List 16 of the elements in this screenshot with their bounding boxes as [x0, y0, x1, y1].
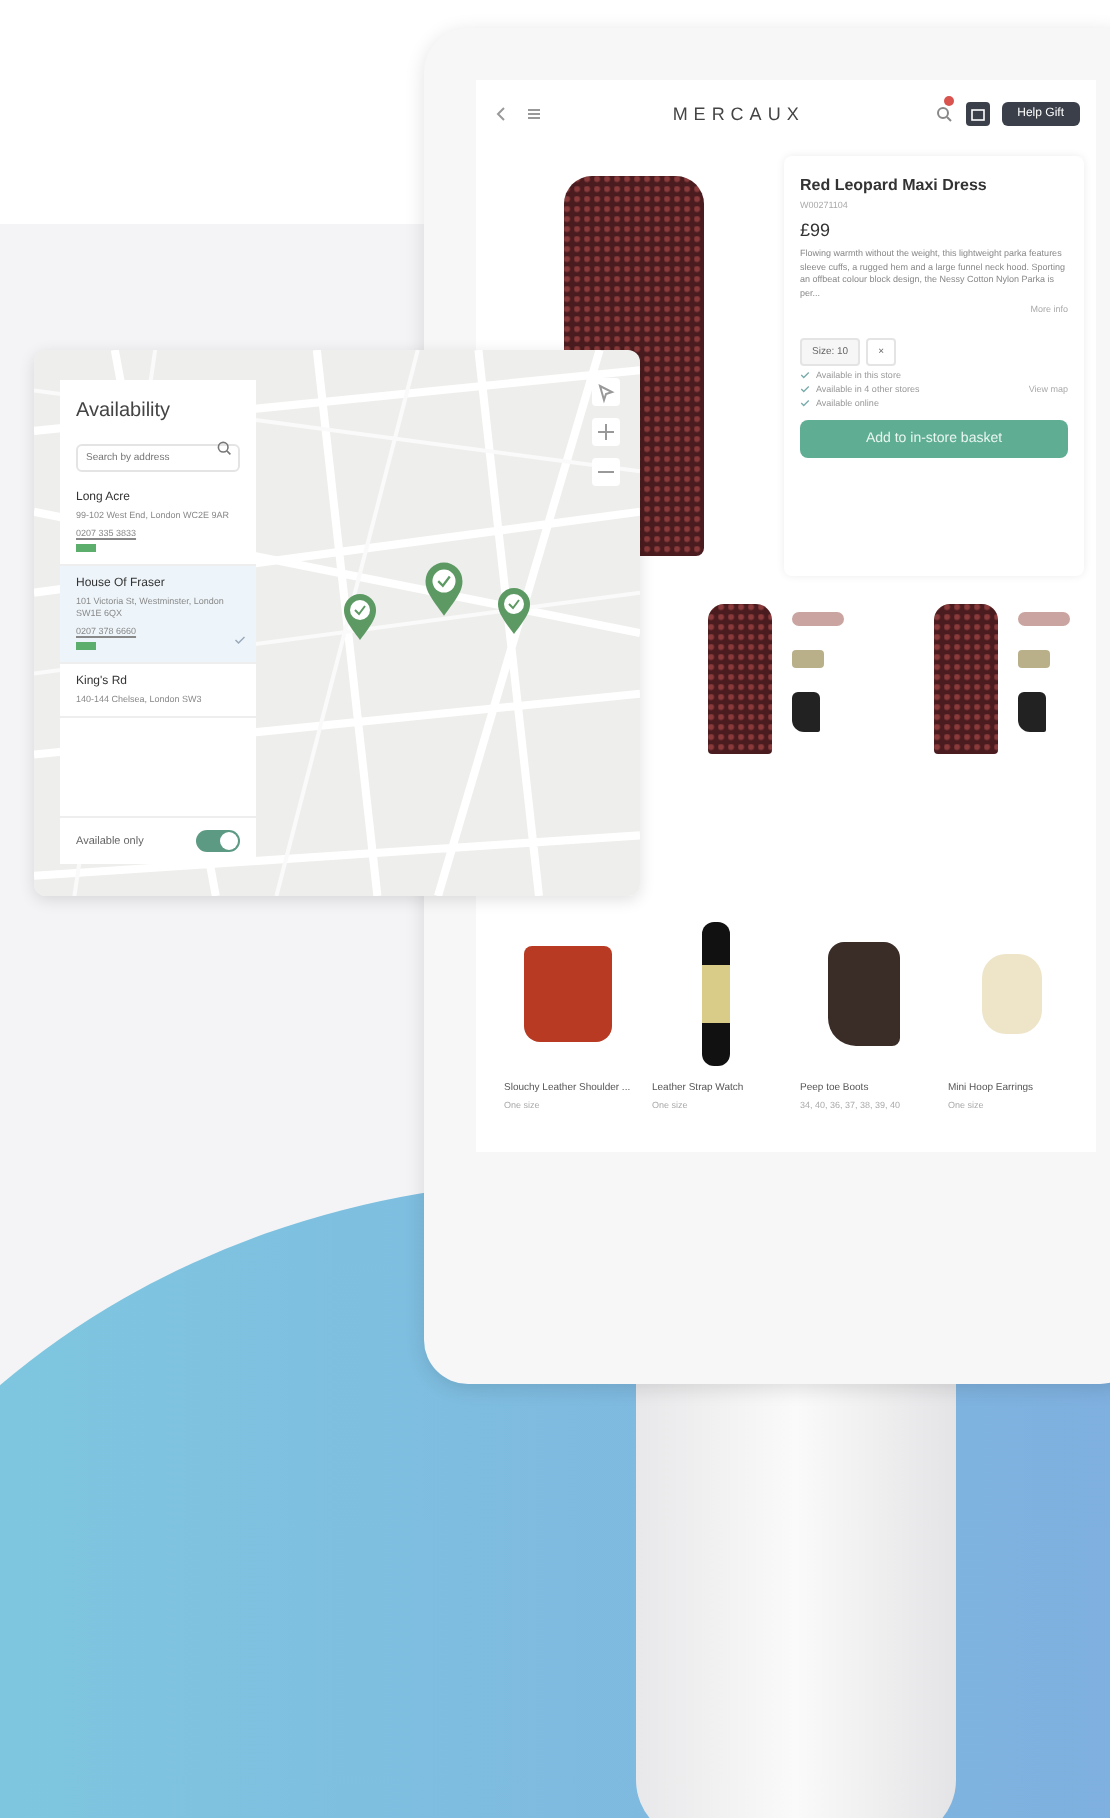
zoom-in-icon[interactable]	[592, 418, 620, 446]
panel-title: Availability	[74, 398, 173, 426]
map-pin-icon[interactable]	[494, 584, 534, 636]
map-pin-icon[interactable]	[420, 558, 468, 618]
search-icon[interactable]	[933, 104, 954, 124]
brand-logo: MERCAUX	[672, 104, 805, 124]
notification-dot	[943, 96, 954, 106]
toggle-switch[interactable]	[196, 830, 240, 852]
zoom-out-icon[interactable]	[592, 458, 620, 486]
map-pin-icon[interactable]	[340, 590, 380, 642]
product-title: Red Leopard Maxi Dress	[800, 176, 989, 194]
search-icon	[216, 440, 232, 456]
locate-icon[interactable]	[592, 378, 620, 406]
check-icon	[234, 633, 246, 646]
product-price: £99	[800, 220, 833, 240]
menu-icon[interactable]	[524, 104, 544, 124]
